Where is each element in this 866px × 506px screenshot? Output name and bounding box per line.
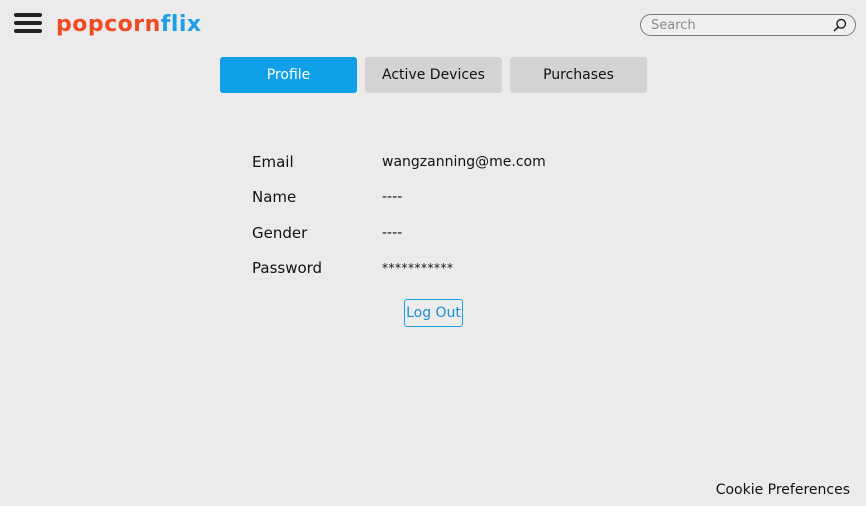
hamburger-menu-icon[interactable] <box>14 13 42 33</box>
search-input[interactable] <box>651 16 821 34</box>
tab-profile[interactable]: Profile <box>220 57 357 93</box>
tab-active-devices[interactable]: Active Devices <box>365 57 502 93</box>
log-out-button[interactable]: Log Out <box>404 299 463 327</box>
cookie-preferences-link[interactable]: Cookie Preferences <box>716 482 850 498</box>
page: popcornflix Profile Active Devices Purch… <box>0 0 866 506</box>
email-value: wangzanning@me.com <box>382 153 546 170</box>
password-row: Password *********** <box>252 251 592 287</box>
account-tabs: Profile Active Devices Purchases <box>220 57 648 93</box>
logo-text-popcorn: popcorn <box>56 11 161 37</box>
name-label: Name <box>252 188 297 207</box>
gender-label: Gender <box>252 223 308 242</box>
name-row: Name ---- <box>252 180 592 216</box>
email-label: Email <box>252 152 294 171</box>
search-icon[interactable] <box>833 18 847 32</box>
gender-row: Gender ---- <box>252 215 592 251</box>
tab-purchases[interactable]: Purchases <box>510 57 647 93</box>
logo-text-flix: flix <box>160 11 202 37</box>
gender-value: ---- <box>382 224 403 241</box>
password-label: Password <box>252 259 323 278</box>
email-row: Email wangzanning@me.com <box>252 144 592 180</box>
popcornflix-logo[interactable]: popcorn flix <box>56 9 202 39</box>
password-value: *********** <box>382 261 454 276</box>
profile-details: Email wangzanning@me.com Name ---- Gende… <box>252 144 592 286</box>
name-value: ---- <box>382 189 403 206</box>
search-box[interactable] <box>640 14 856 36</box>
